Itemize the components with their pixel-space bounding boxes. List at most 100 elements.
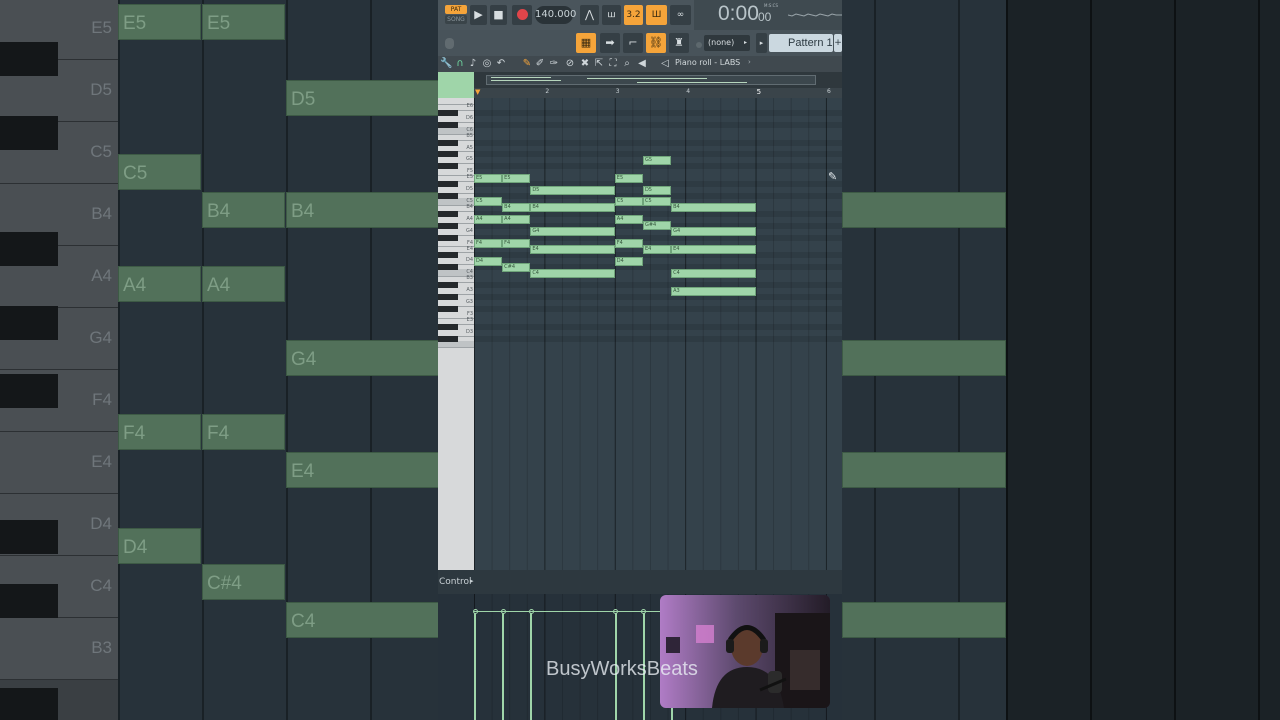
- pencil-icon[interactable]: ✎: [521, 57, 533, 71]
- tempo-display[interactable]: 140.000: [535, 6, 576, 24]
- link-button[interactable]: ⛓: [646, 33, 666, 53]
- note-b4[interactable]: B4: [502, 203, 531, 213]
- blend-notes-button[interactable]: ∞: [670, 5, 691, 25]
- play-button[interactable]: ▶: [470, 5, 487, 25]
- black-key[interactable]: [438, 163, 458, 170]
- playback-icon[interactable]: ◀: [636, 57, 648, 71]
- black-key[interactable]: [438, 264, 458, 271]
- black-key[interactable]: [438, 121, 458, 128]
- velocity-bar[interactable]: [474, 612, 476, 720]
- note-c-sharp4[interactable]: C#4: [502, 262, 531, 272]
- note-e4[interactable]: E4: [530, 245, 615, 254]
- note-a4[interactable]: A4: [502, 215, 531, 225]
- stop-button[interactable]: ■: [490, 5, 507, 25]
- select-icon[interactable]: ⛶: [607, 57, 619, 71]
- metronome-button[interactable]: ⋀: [580, 5, 599, 25]
- target-icon[interactable]: ◎: [481, 57, 493, 71]
- black-key[interactable]: [438, 335, 458, 342]
- zoom-icon[interactable]: ⌕: [621, 57, 633, 71]
- note-icon[interactable]: ♪: [467, 57, 479, 71]
- song-toggle[interactable]: SONG: [445, 15, 467, 24]
- black-key[interactable]: [438, 282, 458, 289]
- record-button[interactable]: [512, 5, 532, 25]
- key-label: E4: [466, 245, 473, 252]
- note-d4[interactable]: D4: [614, 256, 643, 266]
- black-key[interactable]: [438, 151, 458, 158]
- black-key[interactable]: [438, 222, 458, 229]
- time-ruler[interactable]: ▼ 2 3 4 5 6: [474, 88, 842, 98]
- note-a4[interactable]: A4: [474, 215, 503, 225]
- note-d5[interactable]: D5: [530, 185, 615, 195]
- white-key[interactable]: [438, 340, 474, 349]
- black-key[interactable]: [438, 323, 458, 330]
- note-d5[interactable]: D5: [642, 185, 672, 195]
- velocity-bar[interactable]: [530, 612, 533, 720]
- key-label: G3: [465, 298, 473, 305]
- undo-icon[interactable]: ↶: [495, 57, 507, 71]
- piano-roll-view-button[interactable]: ▦: [576, 33, 596, 53]
- note-d4[interactable]: D4: [474, 256, 503, 266]
- link-icon: ⛓: [649, 36, 663, 49]
- black-key[interactable]: [438, 139, 458, 146]
- note-c5[interactable]: C5: [642, 197, 672, 207]
- note-e4[interactable]: E4: [671, 245, 756, 254]
- black-key[interactable]: [438, 193, 458, 199]
- slip-icon[interactable]: ⇱: [593, 57, 605, 71]
- paint-drum-icon[interactable]: ✑: [548, 57, 560, 71]
- note-c5[interactable]: C5: [614, 197, 643, 207]
- note-grid[interactable]: ✎ G5 E5 E5 E5 D5 D5 C5 C5 C5 B4 B4 B4 A4 A4 A4 G#4 G4 G4 F…: [474, 98, 842, 570]
- mute-icon[interactable]: ✖: [579, 57, 591, 71]
- black-key[interactable]: [438, 305, 458, 312]
- black-key[interactable]: [438, 181, 458, 188]
- velocity-bar[interactable]: [502, 612, 505, 720]
- note-e5[interactable]: E5: [614, 173, 643, 183]
- note-e5[interactable]: E5: [502, 173, 531, 183]
- note-f4[interactable]: F4: [474, 239, 503, 249]
- step-edit-button[interactable]: Ш: [646, 5, 667, 25]
- black-key[interactable]: [438, 210, 458, 217]
- note-g4[interactable]: G4: [671, 227, 756, 237]
- background-key-label: D4: [90, 514, 112, 533]
- piano-keyboard[interactable]: E6 D6 C6 B5 A5 G5 F5 E5 D5 C5 B4 A4 G4 F4 E4 D4 C4 B3 A3 G3…: [438, 98, 474, 570]
- paint-icon[interactable]: ✐: [534, 57, 546, 71]
- pattern-prev-button[interactable]: ▸: [756, 33, 767, 53]
- wait-input-button[interactable]: ꟺ: [602, 5, 621, 25]
- magnet-icon[interactable]: ∩: [454, 57, 466, 71]
- background-note: E5: [118, 4, 201, 40]
- note-g-sharp4[interactable]: G#4: [642, 221, 672, 231]
- note-b4[interactable]: B4: [671, 203, 756, 213]
- note-g5[interactable]: G5: [642, 155, 672, 165]
- plugin-picker-button[interactable]: ⌐: [623, 33, 643, 53]
- note-a4[interactable]: A4: [614, 215, 643, 225]
- note-g4[interactable]: G4: [530, 227, 615, 237]
- pattern-select[interactable]: Pattern 1: [769, 34, 833, 52]
- speaker-icon[interactable]: ◁: [659, 57, 671, 71]
- note-a3[interactable]: A3: [671, 286, 756, 296]
- note-e5[interactable]: E5: [474, 173, 503, 183]
- black-key[interactable]: [438, 252, 458, 259]
- timeline-navigator[interactable]: [474, 72, 842, 88]
- add-pattern-button[interactable]: +: [834, 34, 842, 52]
- mixer-button[interactable]: ♜: [669, 33, 689, 53]
- black-key[interactable]: [438, 109, 458, 116]
- note-c4[interactable]: C4: [530, 268, 615, 278]
- arrow-button[interactable]: ➡: [600, 33, 620, 53]
- note-b4[interactable]: B4: [530, 203, 615, 213]
- note-f4[interactable]: F4: [502, 239, 531, 249]
- snap-select[interactable]: (none) ▸: [704, 35, 750, 51]
- delete-icon[interactable]: ⊘: [564, 57, 576, 71]
- note-c5[interactable]: C5: [474, 197, 503, 207]
- black-key[interactable]: [438, 234, 458, 241]
- scroll-region[interactable]: [486, 75, 816, 85]
- control-label[interactable]: Control: [439, 577, 472, 587]
- countdown-icon: 3.2: [626, 10, 641, 20]
- note-e4[interactable]: E4: [642, 245, 672, 254]
- note-f4[interactable]: F4: [614, 239, 643, 249]
- pat-toggle[interactable]: PAT: [445, 5, 467, 14]
- wrench-icon[interactable]: 🔧: [440, 57, 452, 71]
- black-key[interactable]: [438, 294, 458, 300]
- background-black-key: [0, 306, 58, 340]
- time-display[interactable]: 0:00: [718, 2, 759, 26]
- note-c4[interactable]: C4: [671, 268, 756, 278]
- countdown-button[interactable]: 3.2: [624, 5, 643, 25]
